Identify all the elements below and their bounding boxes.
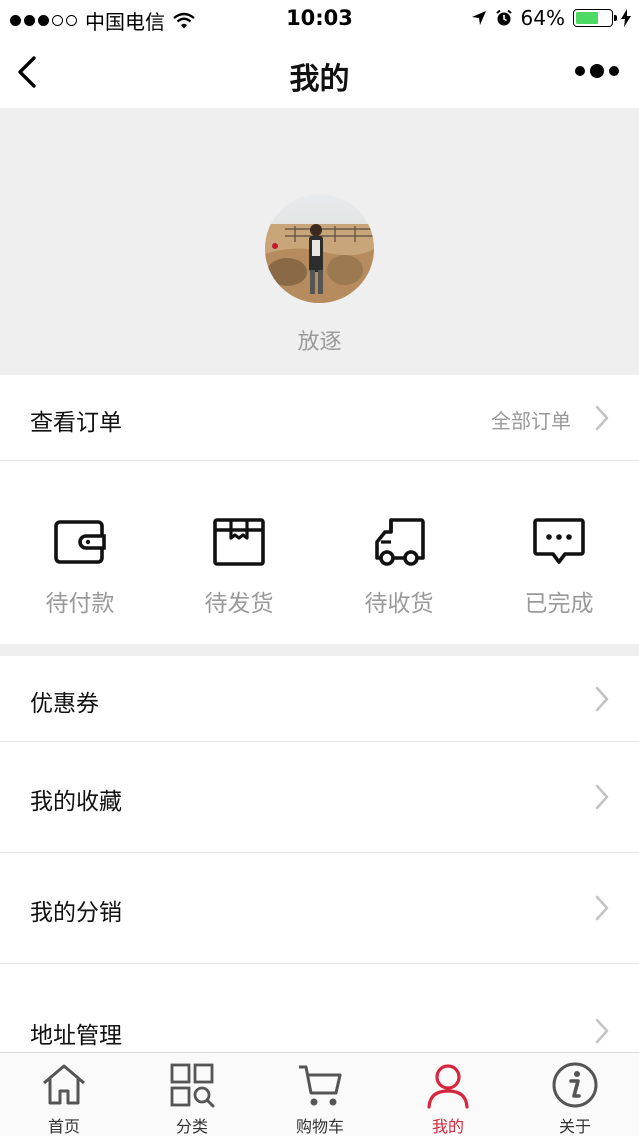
order-status-label: 待收货 <box>364 591 434 617</box>
status-right: 64% <box>471 6 631 30</box>
truck-icon <box>375 518 425 566</box>
tab-label: 我的 <box>431 1117 464 1136</box>
menu-item-label: 我的分销 <box>30 900 122 926</box>
order-status-label: 已完成 <box>524 591 594 617</box>
avatar[interactable] <box>265 194 374 303</box>
order-pending-payment[interactable]: 待付款 <box>0 516 160 618</box>
category-icon <box>170 1063 215 1108</box>
menu-item-coupons[interactable]: 优惠券 <box>0 656 639 742</box>
tab-home[interactable]: 首页 <box>0 1061 128 1136</box>
tab-label: 购物车 <box>295 1117 344 1136</box>
info-icon <box>552 1062 598 1108</box>
chevron-right-icon <box>595 405 609 431</box>
order-status-label: 待付款 <box>45 591 115 617</box>
menu-item-label: 我的收藏 <box>30 789 122 815</box>
chevron-right-icon <box>595 895 609 921</box>
chevron-right-icon <box>595 1018 609 1044</box>
menu-item-label: 优惠券 <box>30 691 99 717</box>
charging-icon <box>621 9 631 27</box>
menu-item-distribution[interactable]: 我的分销 <box>0 853 639 964</box>
user-icon <box>427 1064 469 1109</box>
alarm-icon <box>495 9 512 26</box>
tab-about[interactable]: 关于 <box>511 1061 639 1136</box>
status-bar: 中国电信 10:03 64% <box>0 0 639 36</box>
wallet-icon <box>54 520 106 564</box>
battery-icon <box>573 9 617 27</box>
order-completed[interactable]: 已完成 <box>479 516 639 618</box>
box-icon <box>213 518 265 566</box>
tab-category[interactable]: 分类 <box>128 1061 256 1136</box>
tab-cart[interactable]: 购物车 <box>256 1061 384 1136</box>
menu-item-address[interactable]: 地址管理 <box>0 964 639 1052</box>
menu-item-favorites[interactable]: 我的收藏 <box>0 742 639 853</box>
more-icon[interactable] <box>575 64 619 78</box>
order-pending-shipment[interactable]: 待发货 <box>159 516 319 618</box>
order-pending-receipt[interactable]: 待收货 <box>319 516 479 618</box>
location-icon <box>471 11 486 25</box>
menu-item-label: 地址管理 <box>30 1023 122 1049</box>
home-icon <box>43 1064 85 1105</box>
username: 放逐 <box>297 330 342 355</box>
chat-icon <box>533 518 585 564</box>
tab-label: 关于 <box>558 1117 591 1136</box>
order-status-grid: 待付款 待发货 待收货 已完成 <box>0 462 639 644</box>
chevron-right-icon <box>595 784 609 810</box>
tab-bar: 首页 分类 购物车 我的 关于 <box>0 1052 639 1136</box>
section-divider <box>0 644 639 656</box>
all-orders-link[interactable]: 全部订单 <box>491 405 571 434</box>
order-status-label: 待发货 <box>204 591 274 617</box>
view-orders-label: 查看订单 <box>30 410 122 436</box>
view-orders-row[interactable]: 查看订单 全部订单 <box>0 375 639 461</box>
cart-icon <box>299 1065 342 1106</box>
page-title: 我的 <box>289 62 350 97</box>
tab-label: 首页 <box>47 1117 80 1136</box>
battery-percent: 64% <box>520 6 565 30</box>
tab-mine[interactable]: 我的 <box>384 1061 512 1136</box>
chevron-right-icon <box>595 686 609 712</box>
tab-label: 分类 <box>175 1117 208 1136</box>
nav-bar: 我的 <box>0 36 639 108</box>
profile-header: 放逐 <box>0 108 639 375</box>
